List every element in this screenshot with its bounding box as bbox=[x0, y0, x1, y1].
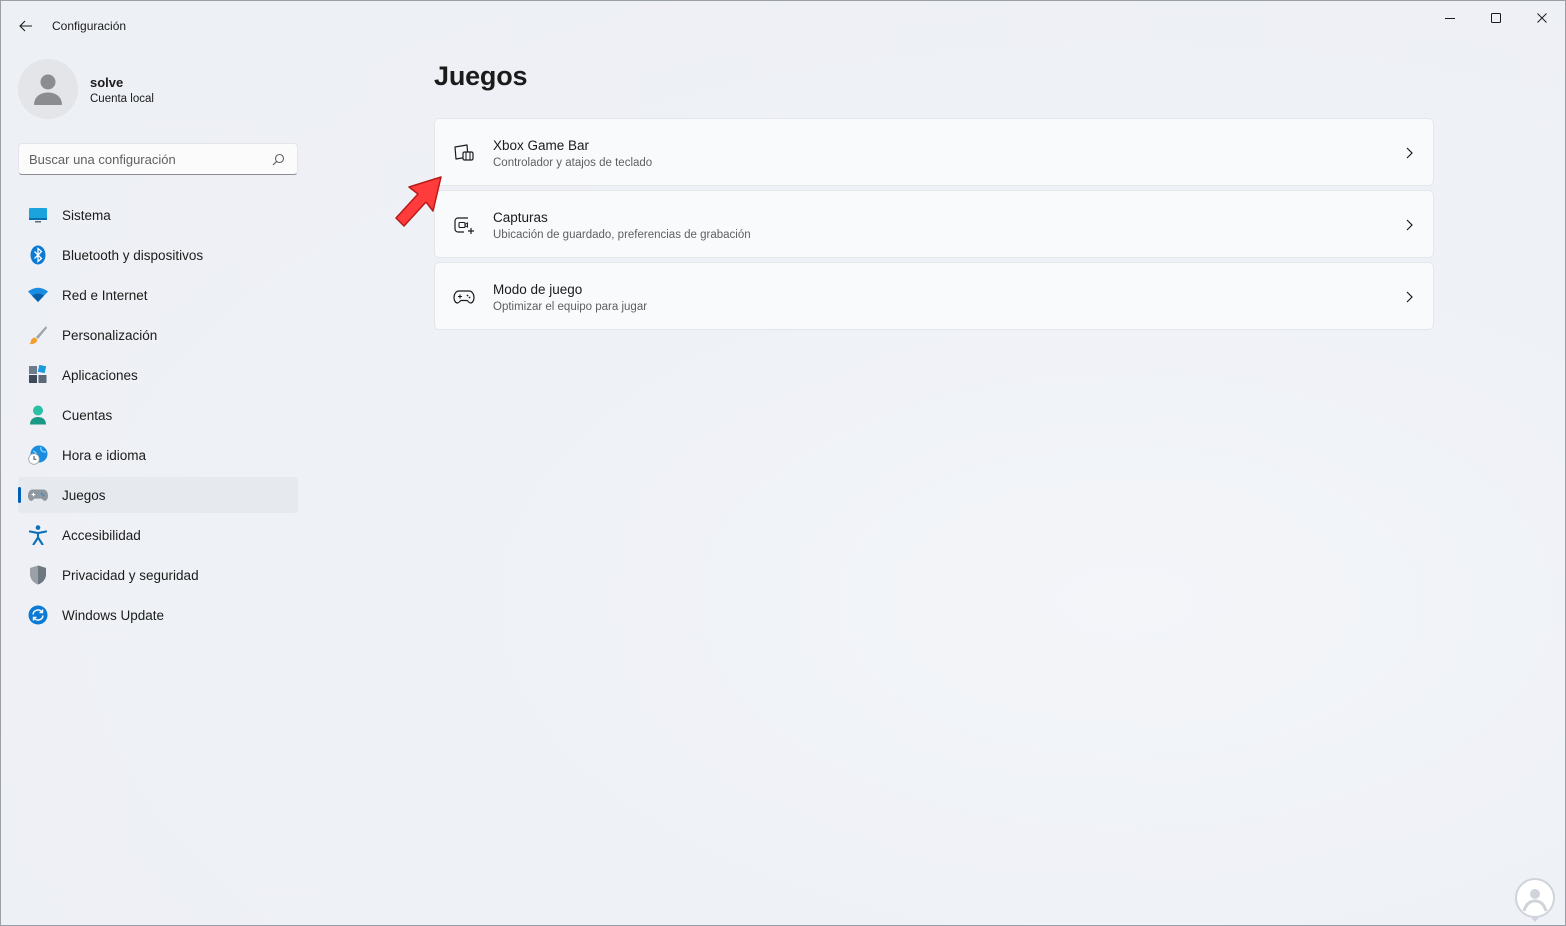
maximize-icon bbox=[1491, 13, 1501, 23]
accessibility-icon bbox=[28, 525, 48, 545]
sidebar-item-red[interactable]: Red e Internet bbox=[18, 277, 298, 313]
game-bar-icon bbox=[453, 143, 475, 163]
card-capturas[interactable]: Capturas Ubicación de guardado, preferen… bbox=[434, 190, 1434, 258]
card-xbox-game-bar[interactable]: Xbox Game Bar Controlador y atajos de te… bbox=[434, 118, 1434, 186]
maximize-button[interactable] bbox=[1473, 1, 1519, 35]
sidebar-item-sistema[interactable]: Sistema bbox=[18, 197, 298, 233]
sidebar-item-windows-update[interactable]: Windows Update bbox=[18, 597, 298, 633]
sidebar-item-label: Hora e idioma bbox=[62, 448, 147, 463]
sidebar-item-label: Bluetooth y dispositivos bbox=[62, 248, 204, 263]
watermark-logo-icon bbox=[1515, 878, 1555, 922]
avatar[interactable] bbox=[18, 59, 78, 119]
sidebar-item-accesibilidad[interactable]: Accesibilidad bbox=[18, 517, 298, 553]
paintbrush-icon bbox=[28, 325, 48, 345]
card-title: Modo de juego bbox=[493, 282, 583, 297]
card-subtitle: Optimizar el equipo para jugar bbox=[493, 301, 648, 313]
annotation-arrow-icon bbox=[395, 176, 442, 227]
back-button[interactable] bbox=[11, 11, 41, 41]
chevron-right-icon bbox=[1406, 291, 1413, 303]
update-icon bbox=[28, 605, 48, 625]
sidebar-item-juegos[interactable]: Juegos bbox=[18, 477, 298, 513]
sidebar-item-label: Accesibilidad bbox=[62, 528, 141, 543]
card-title: Capturas bbox=[493, 210, 548, 225]
title-bar: Configuración bbox=[1, 1, 1565, 49]
sidebar-item-privacidad[interactable]: Privacidad y seguridad bbox=[18, 557, 298, 593]
capture-icon bbox=[453, 215, 475, 235]
sidebar-item-aplicaciones[interactable]: Aplicaciones bbox=[18, 357, 298, 393]
sidebar-item-label: Privacidad y seguridad bbox=[62, 568, 199, 583]
person-icon bbox=[28, 405, 48, 425]
account-type: Cuenta local bbox=[90, 93, 154, 105]
settings-window: Configuración solve Cuenta local Buscar … bbox=[0, 0, 1566, 926]
monitor-icon bbox=[28, 205, 48, 225]
chevron-right-icon bbox=[1406, 219, 1413, 231]
sidebar-item-label: Red e Internet bbox=[62, 288, 148, 303]
sidebar-item-label: Aplicaciones bbox=[62, 368, 138, 383]
close-icon bbox=[1537, 13, 1547, 23]
user-avatar-icon bbox=[34, 74, 62, 105]
user-name: solve bbox=[90, 75, 124, 90]
gamepad-icon bbox=[28, 485, 48, 505]
minimize-button[interactable] bbox=[1427, 1, 1473, 35]
card-subtitle: Controlador y atajos de teclado bbox=[493, 157, 653, 169]
bluetooth-icon bbox=[28, 245, 48, 265]
chevron-right-icon bbox=[1406, 147, 1413, 159]
shield-icon bbox=[28, 565, 48, 585]
app-title: Configuración bbox=[52, 19, 127, 33]
sidebar-item-bluetooth[interactable]: Bluetooth y dispositivos bbox=[18, 237, 298, 273]
sidebar-item-hora-idioma[interactable]: Hora e idioma bbox=[18, 437, 298, 473]
card-subtitle: Ubicación de guardado, preferencias de g… bbox=[493, 229, 751, 241]
game-mode-icon bbox=[453, 287, 475, 307]
card-title: Xbox Game Bar bbox=[493, 138, 590, 153]
settings-cards: Xbox Game Bar Controlador y atajos de te… bbox=[434, 118, 1434, 334]
sidebar-item-label: Juegos bbox=[62, 488, 106, 503]
wifi-icon bbox=[28, 285, 48, 305]
search-icon[interactable] bbox=[272, 153, 285, 166]
card-modo-de-juego[interactable]: Modo de juego Optimizar el equipo para j… bbox=[434, 262, 1434, 330]
minimize-icon bbox=[1445, 18, 1455, 19]
back-arrow-icon bbox=[19, 20, 32, 32]
sidebar-item-cuentas[interactable]: Cuentas bbox=[18, 397, 298, 433]
sidebar-nav: Sistema Bluetooth y dispositivos Red e I… bbox=[18, 197, 298, 637]
search-box bbox=[18, 143, 298, 175]
close-button[interactable] bbox=[1519, 1, 1565, 35]
globe-clock-icon bbox=[28, 445, 48, 465]
sidebar-item-personalizacion[interactable]: Personalización bbox=[18, 317, 298, 353]
sidebar-item-label: Cuentas bbox=[62, 408, 113, 423]
search-input[interactable] bbox=[19, 144, 264, 174]
apps-icon bbox=[28, 365, 48, 385]
sidebar-item-label: Windows Update bbox=[62, 608, 165, 623]
sidebar-item-label: Sistema bbox=[62, 208, 111, 223]
sidebar-item-label: Personalización bbox=[62, 328, 158, 343]
page-title: Juegos bbox=[434, 61, 528, 91]
